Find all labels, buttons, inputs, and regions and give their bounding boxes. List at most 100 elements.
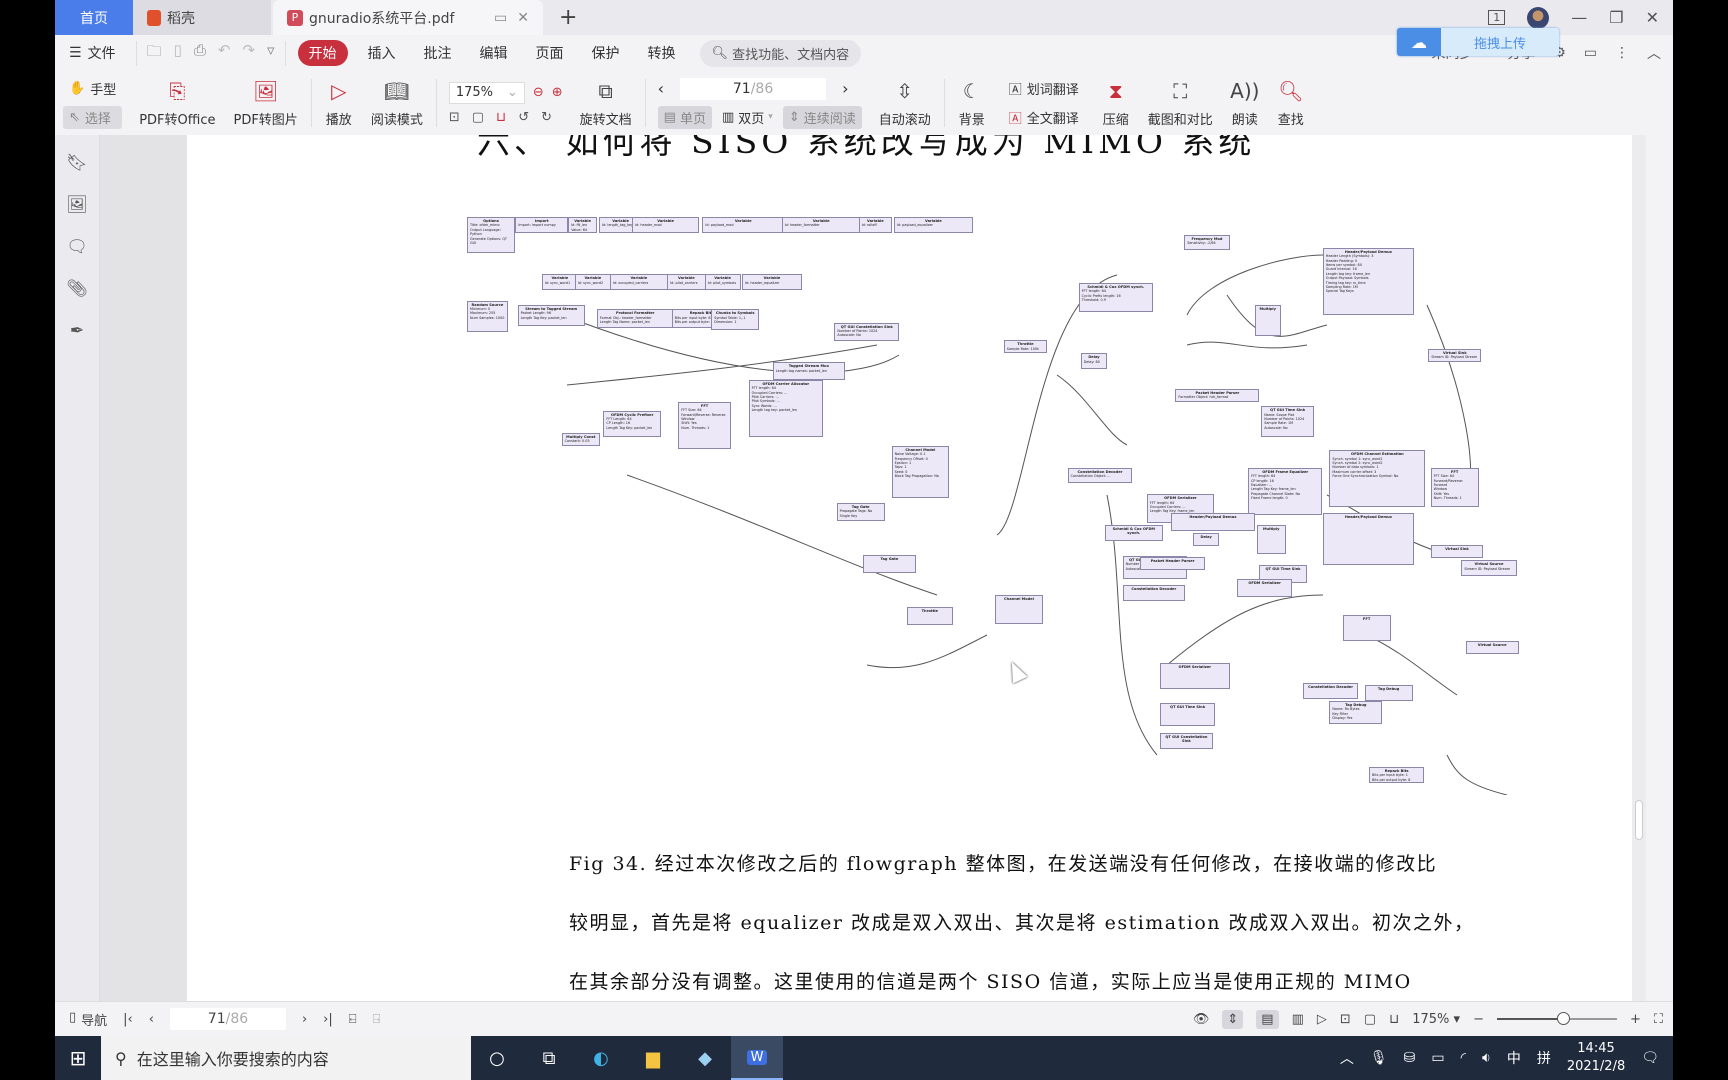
start-button[interactable]: ⊞ [55,1046,101,1070]
zoom-out-icon[interactable]: ⊖ [533,85,544,100]
find-button[interactable]: 🔍︎ 查找 [1268,78,1314,128]
bookmark-icon[interactable]: 🔖︎ [66,153,88,173]
read-mode-button[interactable]: 📖︎ 阅读模式 [362,78,432,128]
last-page-icon[interactable]: ›| [323,1012,333,1027]
collapse-ribbon-icon[interactable]: ︿ [1647,43,1661,63]
volume-icon[interactable]: 🔉︎ [1482,1050,1491,1066]
customize-icon[interactable]: ▿ [267,41,275,66]
zoom-out-button[interactable]: − [1473,1012,1484,1027]
play-icon[interactable]: ▷ [1317,1012,1327,1027]
task-view-button[interactable]: ⧉ [523,1036,575,1080]
continuous-read-button[interactable]: ⇕ 连续阅读 [782,105,862,129]
hand-tool-button[interactable]: ✋ 手型 [63,77,122,100]
file-explorer-app[interactable]: ▆ [627,1036,679,1080]
file-menu[interactable]: ☰ 文件 [55,43,130,63]
double-page-mode-icon[interactable]: ▥ [1292,1012,1304,1027]
zoom-in-icon[interactable]: ⊕ [552,85,563,100]
nav-panel-button[interactable]: ▯ 导航 [69,1010,107,1029]
single-page-mode-icon[interactable]: ▤ [1256,1009,1279,1029]
feature-search-input[interactable]: 🔍︎ 查找功能、文档内容 [699,39,862,67]
menu-protect[interactable]: 保护 [578,43,634,63]
word-translate-button[interactable]: 🄰 划词翻译 [1003,77,1085,100]
menu-edit[interactable]: 编辑 [466,43,522,63]
battery-icon[interactable]: ▭ [1431,1050,1444,1066]
actual-size-icon[interactable]: ⊡ [449,110,460,125]
read-aloud-button[interactable]: A)) 朗读 [1222,78,1268,128]
zoom-slider-knob[interactable] [1556,1012,1570,1025]
eye-protection-icon[interactable]: 👁︎ [1193,1012,1210,1027]
window-count-icon[interactable]: 1 [1488,10,1506,25]
status-page-input[interactable]: 71/86 [169,1008,286,1030]
attachment-icon[interactable]: 📎︎ [66,279,88,299]
auto-scroll-button[interactable]: ⇳ 自动滚动 [870,78,940,128]
single-page-button[interactable]: ▤ 单页 [657,105,712,129]
wifi-icon[interactable]: ◜ [1461,1050,1466,1066]
pin-window-icon[interactable]: ▭ [494,10,507,26]
prev-page-icon[interactable]: ‹ [149,1012,154,1027]
rotate-right-icon[interactable]: ↻ [541,110,552,125]
pdf-to-office-button[interactable]: ⎘ PDF转Office [130,78,224,128]
back-icon[interactable]: ⍇ [349,1012,357,1027]
zoom-dropdown[interactable]: 175% ▾ [1412,1012,1460,1027]
vertical-scrollbar[interactable] [1632,135,1646,1001]
rotate-document-button[interactable]: ⧉ 旋转文档 [571,78,641,128]
signature-icon[interactable]: ✒︎ [70,321,84,341]
rotate-left-icon[interactable]: ↺ [518,110,529,125]
double-page-button[interactable]: ▥ 双页 ▾ [716,106,779,129]
tab-home[interactable]: 首页 [55,0,133,35]
image-icon[interactable]: 🖼︎ [66,195,88,215]
print-icon[interactable]: ⎙ [194,41,206,66]
document-view[interactable]: 六、 如何将 SISO 系统改写成为 MIMO 系统 Options Title:… [128,135,1646,1001]
ime-language[interactable]: 中 [1507,1048,1521,1068]
restore-icon[interactable]: ❐ [1609,8,1623,27]
next-page-icon[interactable]: › [842,79,848,98]
pdf-to-image-button[interactable]: 🖼︎ PDF转图片 [224,78,306,128]
zoom-in-button[interactable]: + [1630,1012,1641,1027]
fit-page-icon[interactable]: ▢ [472,110,484,125]
notification-icon[interactable]: 🗨︎ [1641,1050,1659,1066]
feedback-icon[interactable]: ▭ [1584,45,1597,61]
game-app[interactable]: ◆ [679,1036,731,1080]
fit-width-icon[interactable]: ⊔ [496,110,506,125]
more-icon[interactable]: ⋮ [1615,45,1629,61]
menu-insert[interactable]: 插入 [354,43,410,63]
clock[interactable]: 14:45 2021/2/8 [1567,1040,1625,1076]
redo-icon[interactable]: ↷ [242,41,255,66]
taskbar-search-input[interactable]: ⚲ 在这里输入你要搜索的内容 [101,1036,471,1080]
fullscreen-icon[interactable]: ⛶ [1654,1012,1663,1027]
new-tab-button[interactable]: + [543,0,593,35]
show-hidden-icons[interactable]: ︿ [1340,1048,1354,1068]
prev-page-icon[interactable]: ‹ [658,79,664,98]
tab-document[interactable]: Pgnuradio系统平台.pdf ▭ ✕ [273,0,543,35]
first-page-icon[interactable]: |‹ [123,1012,133,1027]
background-button[interactable]: ☾ 背景 [949,78,995,128]
screenshot-compare-button[interactable]: ⛶ 截图和对比 [1139,78,1222,128]
menu-convert[interactable]: 转换 [634,43,690,63]
close-icon[interactable]: ✕ [1646,8,1659,27]
continuous-mode-icon[interactable]: ⇕ [1222,1009,1244,1029]
undo-icon[interactable]: ↶ [218,41,231,66]
fit-width-icon[interactable]: ⊔ [1389,1012,1399,1027]
select-tool-button[interactable]: ⇖ 选择 [63,106,123,129]
minimize-icon[interactable]: — [1571,8,1587,27]
save-icon[interactable]: ▯ [174,41,182,66]
play-button[interactable]: ▷ 播放 [316,78,362,128]
open-icon[interactable]: 🗀 [147,41,162,66]
menu-page[interactable]: 页面 [522,43,578,63]
forward-icon[interactable]: ⍈ [373,1012,381,1027]
page-number-input[interactable]: 71/86 [680,77,827,100]
user-avatar[interactable] [1527,6,1550,29]
next-page-icon[interactable]: › [302,1012,307,1027]
full-translate-button[interactable]: 🄰 全文翻译 [1003,106,1085,129]
drag-upload-widget[interactable]: ☁ 拖拽上传 [1397,28,1559,56]
menu-start[interactable]: 开始 [297,40,348,66]
scrollbar-thumb[interactable] [1635,800,1643,840]
menu-annotate[interactable]: 批注 [410,43,466,63]
close-tab-icon[interactable]: ✕ [517,10,529,26]
fit-page-icon[interactable]: ▢ [1364,1012,1376,1027]
cortana-button[interactable]: ○ [471,1036,523,1080]
compress-button[interactable]: ⧗ 压缩 [1093,78,1139,128]
wps-app[interactable]: W [731,1036,783,1080]
zoom-select[interactable]: 175% ⌄ [448,81,525,104]
actual-size-icon[interactable]: ⊡ [1340,1012,1351,1027]
